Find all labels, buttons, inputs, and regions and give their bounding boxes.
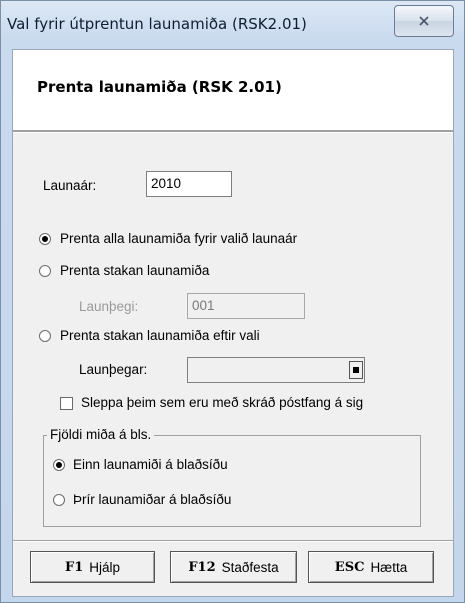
employee-label: Launþegi: [79,299,139,314]
close-button[interactable] [394,5,454,37]
per-page-legend: Fjöldi miða á bls. [47,427,155,442]
radio-three-per-page[interactable] [53,494,65,506]
dialog-header: Prenta launamiða (RSK 2.01) [13,50,453,131]
radio-print-selection[interactable] [39,330,51,342]
radio-three-per-page-label[interactable]: Þrír launamiðar á blaðsíðu [73,492,231,507]
employee-input[interactable]: 001 [187,293,305,319]
employees-dropdown-button[interactable] [349,361,363,379]
radio-one-per-page[interactable] [53,459,65,471]
cancel-button-label: Hætta [370,559,408,575]
dialog-window: Val fyrir útprentun launamiða (RSK2.01) … [0,0,465,603]
close-icon [419,16,429,26]
radio-print-all-label[interactable]: Prenta alla launamiða fyrir valið launaá… [60,231,297,246]
radio-print-selection-label[interactable]: Prenta stakan launamiða eftir vali [60,328,260,343]
window-title: Val fyrir útprentun launamiða (RSK2.01) [7,15,307,33]
title-bar[interactable]: Val fyrir útprentun launamiða (RSK2.01) [1,1,464,49]
help-button-key: F1 [64,559,84,575]
confirm-button-key: F12 [188,559,216,575]
per-page-groupbox [43,435,421,527]
skip-email-checkbox-label[interactable]: Sleppa þeim sem eru með skráð póstfang á… [81,395,363,410]
employees-select[interactable] [187,357,365,383]
skip-email-checkbox[interactable] [60,397,73,410]
employees-label: Launþegar: [79,362,148,377]
cancel-button[interactable]: ESC Hætta [308,551,434,583]
year-label: Launaár: [43,178,97,193]
cancel-button-key: ESC [334,559,365,575]
radio-print-all[interactable] [39,233,51,245]
help-button-label: Hjálp [89,559,121,575]
confirm-button[interactable]: F12 Staðfesta [170,551,297,583]
radio-one-per-page-label[interactable]: Einn launamiði á blaðsíðu [73,457,228,472]
radio-print-single-label[interactable]: Prenta stakan launamiða [60,263,209,278]
header-divider [13,131,453,133]
header-title: Prenta launamiða (RSK 2.01) [37,78,282,96]
footer-divider [13,540,453,542]
help-button[interactable]: F1 Hjálp [30,551,155,583]
dialog-client-area: Prenta launamiða (RSK 2.01) Launaár: 201… [12,49,454,597]
radio-print-single[interactable] [39,265,51,277]
confirm-button-label: Staðfesta [221,559,279,575]
year-input[interactable]: 2010 [146,171,232,197]
